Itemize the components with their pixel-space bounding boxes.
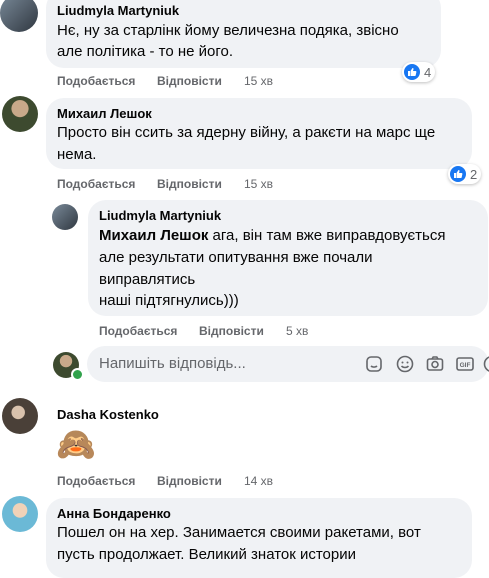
comment-author[interactable]: Liudmyla Martyniuk [57,3,179,18]
emoji-icon[interactable] [395,354,415,374]
camera-icon[interactable] [425,354,445,374]
comment-author[interactable]: Liudmyla Martyniuk [99,208,221,223]
comment-time[interactable]: 14 хв [244,474,273,488]
avatar[interactable] [2,398,38,434]
reply-button[interactable]: Відповісти [199,324,264,338]
comment-text-line: але результати опитування вже почали [99,247,373,268]
comment-text-line: пусть продолжает. Великий знаток истории [57,544,356,565]
comment-author[interactable]: Анна Бондаренко [57,506,171,521]
avatar[interactable] [52,204,78,230]
like-icon [404,64,420,80]
reply-button[interactable]: Відповісти [157,177,222,191]
emoji-content: 🙈 [56,424,96,464]
svg-text:GIF: GIF [460,362,471,369]
like-button[interactable]: Подобається [57,474,135,488]
comment-text-line: виправлятись [99,269,195,290]
comment-text-line: Нє, ну за старлінк йому величезна подяка… [57,20,399,41]
comment-text-line: нема. [57,144,96,165]
avatar[interactable] [0,0,38,32]
like-button[interactable]: Подобається [99,324,177,338]
like-button[interactable]: Подобається [57,74,135,88]
comment-text-line: наші підтягнулись))) [99,290,239,311]
like-button[interactable]: Подобається [57,177,135,191]
avatar[interactable] [2,96,38,132]
reply-button[interactable]: Відповісти [157,74,222,88]
online-indicator [71,368,84,381]
reaction-count[interactable]: 4 [402,62,435,82]
gif-icon[interactable]: GIF [455,354,475,374]
sticker-icon[interactable] [364,354,384,374]
comment-time[interactable]: 5 хв [286,324,308,338]
comment-author[interactable]: Михаил Лешок [57,106,152,121]
comment-text-line: Пошел он на хер. Занимается своими ракет… [57,522,421,543]
comment-text-line: Михаил Лешок ага, він там вже виправдову… [99,225,445,246]
reply-input-placeholder: Напишіть відповідь... [99,355,246,372]
comment-text-line: але політика - то не його. [57,41,233,62]
comment-text-line: Просто він ссить за ядерну війну, а ракє… [57,122,435,143]
comment-time[interactable]: 15 хв [244,74,273,88]
reply-button[interactable]: Відповісти [157,474,222,488]
like-icon [450,166,466,182]
sticker-smile-icon[interactable] [482,354,489,374]
avatar[interactable] [2,496,38,532]
mention-link[interactable]: Михаил Лешок [99,227,208,244]
comment-time[interactable]: 15 хв [244,177,273,191]
reaction-count[interactable]: 2 [448,164,481,184]
comment-author[interactable]: Dasha Kostenko [57,407,159,422]
